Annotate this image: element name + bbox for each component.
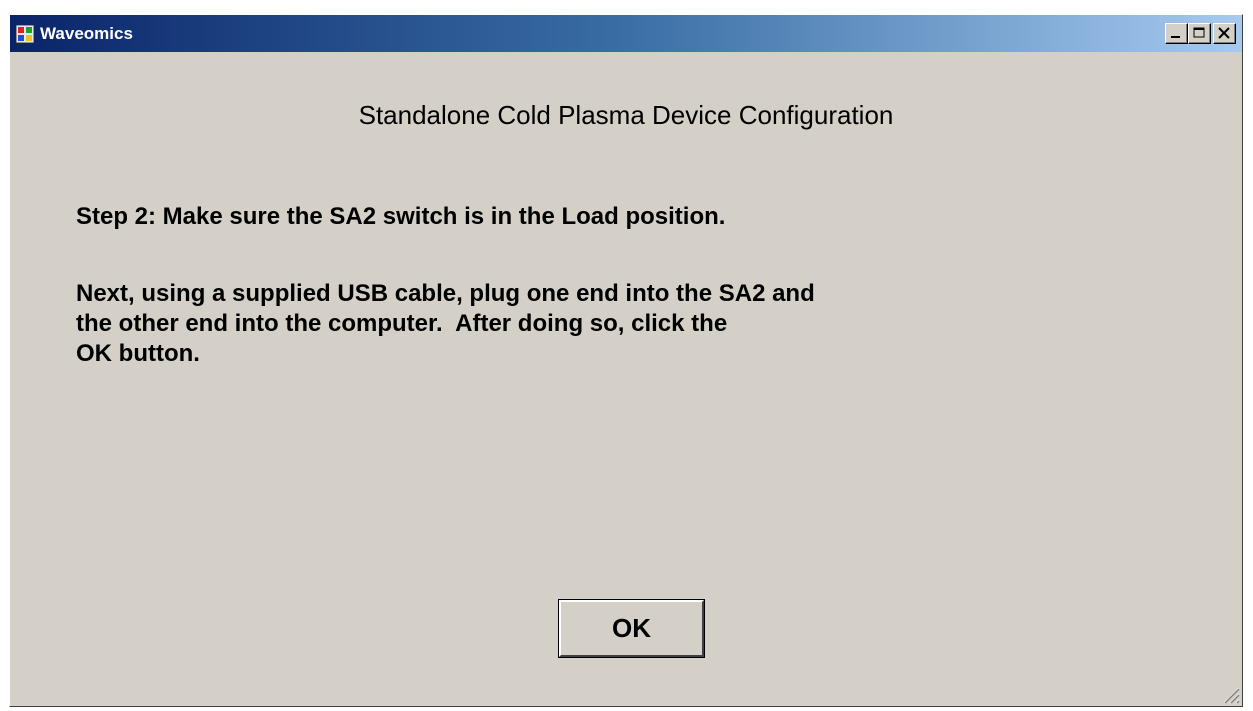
instruction-line: the other end into the computer. After d… xyxy=(76,310,728,337)
instruction-line: Next, using a supplied USB cable, plug o… xyxy=(76,280,815,307)
usb-instructions: Next, using a supplied USB cable, plug o… xyxy=(76,279,815,369)
close-button[interactable] xyxy=(1213,23,1236,44)
resize-grip-icon[interactable] xyxy=(1218,682,1240,704)
title-bar[interactable]: Waveomics xyxy=(10,15,1242,52)
minimize-button[interactable] xyxy=(1165,23,1188,44)
minimize-icon xyxy=(1171,36,1180,38)
ok-button[interactable]: OK xyxy=(558,599,705,658)
maximize-icon xyxy=(1193,27,1205,38)
window-title: Waveomics xyxy=(40,24,133,43)
app-window-icon[interactable] xyxy=(15,24,35,44)
step-instruction: Step 2: Make sure the SA2 switch is in t… xyxy=(76,203,726,230)
page-title: Standalone Cold Plasma Device Configurat… xyxy=(358,100,894,130)
maximize-button[interactable] xyxy=(1188,23,1211,44)
close-icon xyxy=(1218,27,1230,39)
instruction-line: OK button. xyxy=(76,340,200,367)
app-window: Waveomics Standalone Cold Plasma Device … xyxy=(9,14,1243,707)
